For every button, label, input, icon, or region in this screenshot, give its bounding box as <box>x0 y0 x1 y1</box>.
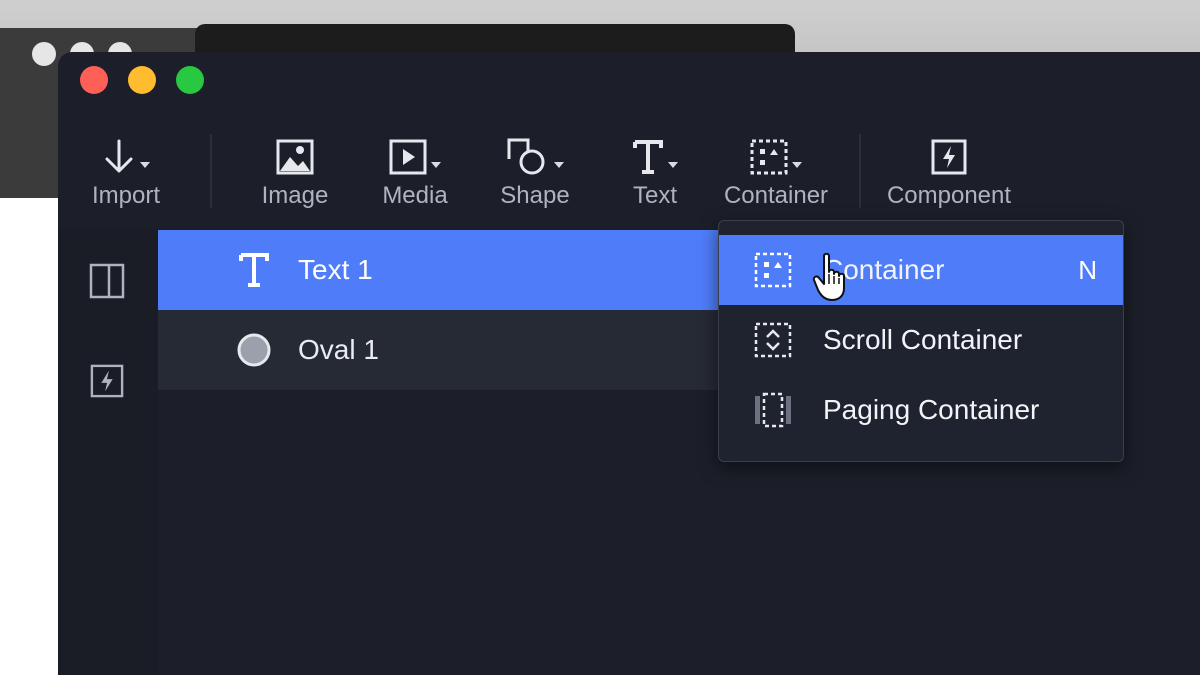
toolbar-divider <box>210 134 212 208</box>
container-icon <box>750 139 788 175</box>
maximize-window-button[interactable] <box>176 66 204 94</box>
menu-item-label: Paging Container <box>823 394 1040 425</box>
component-icon <box>90 364 124 398</box>
shape-button[interactable]: Shape <box>495 132 575 210</box>
text-label: Text <box>632 182 677 209</box>
left-sidebar <box>58 228 158 675</box>
menu-item-shortcut: N <box>1078 254 1097 285</box>
window-controls <box>80 66 204 94</box>
shape-icon <box>507 138 545 175</box>
components-panel-button[interactable] <box>88 362 126 400</box>
text-button[interactable]: Text <box>615 132 695 210</box>
text-icon <box>633 140 663 174</box>
panel-toggle-button[interactable] <box>88 262 126 300</box>
media-play-icon <box>389 139 427 175</box>
close-window-button[interactable] <box>80 66 108 94</box>
image-button[interactable]: Image <box>255 132 335 210</box>
paging-container-icon <box>755 392 791 428</box>
menu-item-paging-container[interactable]: Paging Container <box>719 375 1123 445</box>
hand-cursor-icon <box>812 252 845 301</box>
container-dropdown-menu: Container N Scroll Container Paging Cont… <box>718 220 1124 462</box>
media-button[interactable]: Media <box>375 132 455 210</box>
shape-label: Shape <box>500 182 570 209</box>
layer-label: Oval 1 <box>298 334 379 365</box>
component-label: Component <box>886 182 1012 209</box>
component-icon <box>931 139 967 175</box>
container-icon <box>754 252 792 288</box>
component-button[interactable]: Component <box>884 132 1014 210</box>
panel-icon <box>89 263 125 299</box>
image-icon <box>276 139 314 175</box>
toolbar-divider <box>859 134 861 208</box>
layer-row-text-1[interactable]: Text 1 <box>158 230 758 310</box>
scroll-container-icon <box>754 322 792 358</box>
layer-label: Text 1 <box>298 254 373 285</box>
container-button[interactable]: Container <box>721 132 831 210</box>
layer-row-oval-1[interactable]: Oval 1 <box>158 310 758 390</box>
oval-icon <box>237 333 271 367</box>
media-label: Media <box>382 182 448 209</box>
text-icon <box>239 253 269 287</box>
image-label: Image <box>261 182 329 209</box>
menu-item-label: Scroll Container <box>823 324 1023 355</box>
container-label: Container <box>723 182 829 209</box>
menu-item-container[interactable]: Container N <box>719 235 1123 305</box>
minimize-window-button[interactable] <box>128 66 156 94</box>
import-button[interactable]: Import <box>86 132 166 210</box>
layers-panel: Text 1 Oval 1 <box>158 228 758 675</box>
toolbar: Import Image Media Shape Text Container … <box>58 122 1200 228</box>
menu-item-scroll-container[interactable]: Scroll Container <box>719 305 1123 375</box>
arrow-down-icon <box>105 139 133 173</box>
import-label: Import <box>91 182 160 209</box>
